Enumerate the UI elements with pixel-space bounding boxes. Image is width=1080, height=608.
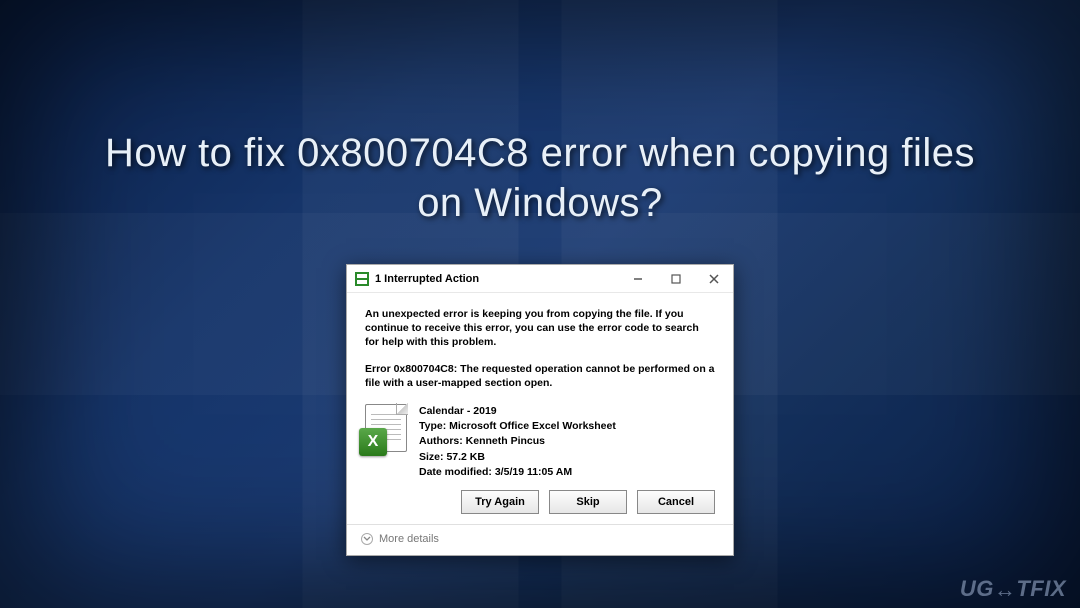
error-dialog: 1 Interrupted Action An unexpected error… [346, 264, 734, 556]
cancel-button[interactable]: Cancel [637, 490, 715, 514]
watermark-logo: UG↔TFIX [960, 576, 1066, 602]
file-metadata: Calendar - 2019 Type: Microsoft Office E… [419, 404, 616, 480]
error-message-primary: An unexpected error is keeping you from … [365, 307, 715, 350]
dialog-footer[interactable]: More details [347, 524, 733, 555]
more-details-label: More details [379, 533, 439, 545]
file-size: Size: 57.2 KB [419, 450, 616, 465]
close-button[interactable] [695, 265, 733, 293]
maximize-button[interactable] [657, 265, 695, 293]
file-info-row: X Calendar - 2019 Type: Microsoft Office… [365, 404, 715, 480]
article-headline: How to fix 0x800704C8 error when copying… [0, 128, 1080, 228]
file-name: Calendar - 2019 [419, 404, 616, 419]
file-date-modified: Date modified: 3/5/19 11:05 AM [419, 465, 616, 480]
file-authors: Authors: Kenneth Pincus [419, 434, 616, 449]
skip-button[interactable]: Skip [549, 490, 627, 514]
dialog-content: An unexpected error is keeping you from … [347, 293, 733, 524]
try-again-button[interactable]: Try Again [461, 490, 539, 514]
chevron-down-icon [361, 533, 373, 545]
dialog-title: 1 Interrupted Action [375, 273, 619, 285]
dialog-app-icon [355, 272, 369, 286]
minimize-button[interactable] [619, 265, 657, 293]
excel-file-icon: X [365, 404, 407, 452]
dialog-titlebar: 1 Interrupted Action [347, 265, 733, 293]
error-message-code: Error 0x800704C8: The requested operatio… [365, 362, 715, 390]
file-type: Type: Microsoft Office Excel Worksheet [419, 419, 616, 434]
dialog-button-row: Try Again Skip Cancel [365, 490, 715, 514]
